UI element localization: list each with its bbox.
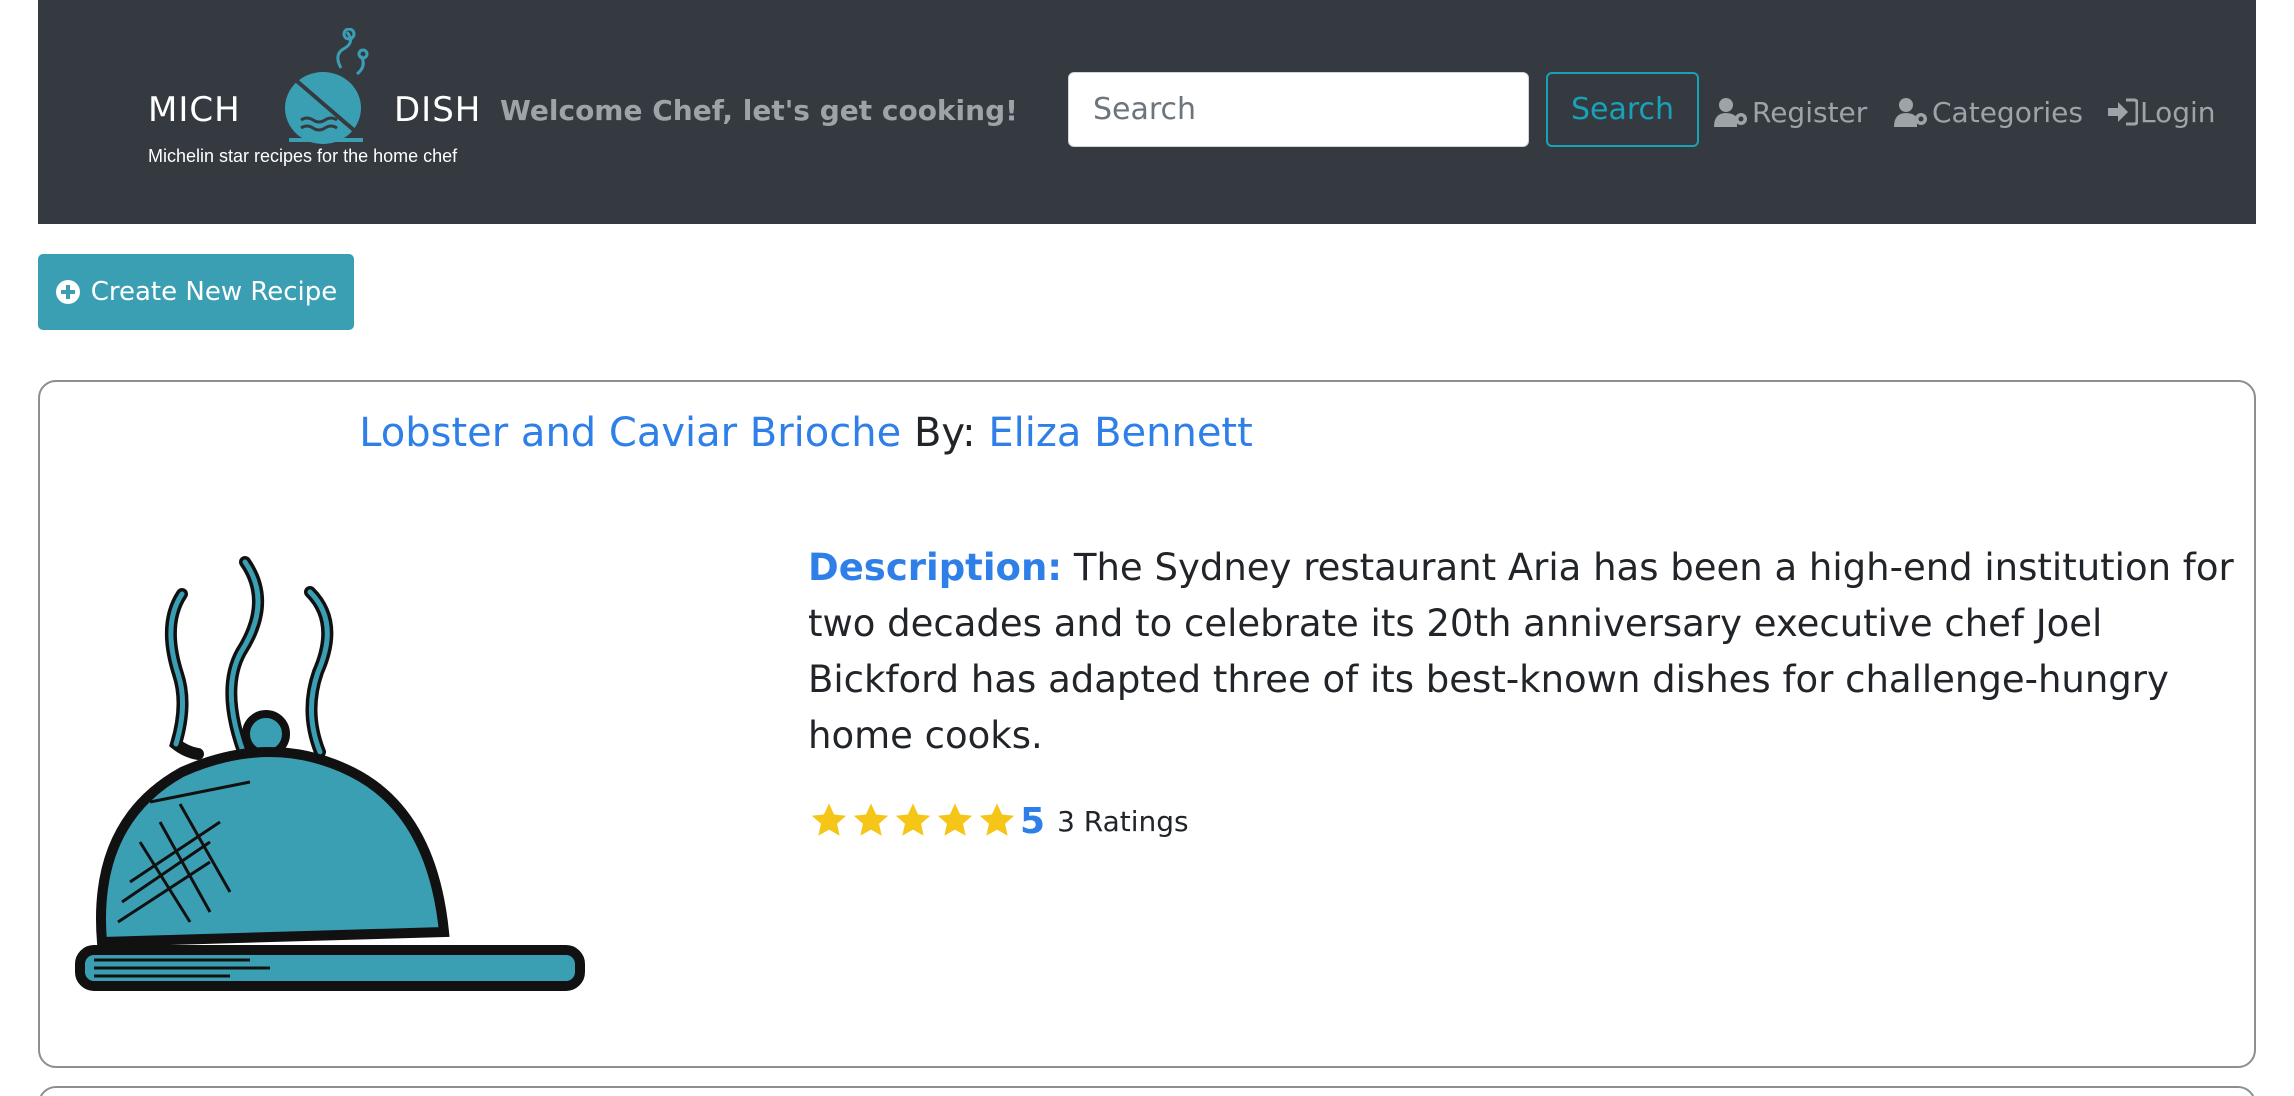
star-icon[interactable]	[850, 800, 892, 842]
recipe-title-link[interactable]: Lobster and Caviar Brioche	[359, 410, 901, 456]
rating-value: 5	[1020, 800, 1046, 842]
author-link[interactable]: Eliza Bennett	[988, 410, 1252, 456]
navbar: MICH DISH Michelin star recipes for the …	[38, 0, 2256, 224]
nav-login-label: Login	[2140, 95, 2216, 129]
sign-in-icon	[2108, 98, 2138, 126]
description-label: Description:	[808, 546, 1063, 589]
recipe-card: Lobster and Caviar Brioche By: Eliza Ben…	[38, 380, 2256, 1068]
nav-register-label: Register	[1752, 95, 1868, 129]
nav-login-link[interactable]: Login	[2106, 92, 2216, 132]
brand-logo[interactable]: MICH DISH Michelin star recipes for the …	[93, 28, 493, 178]
nav-register-link[interactable]: Register	[1714, 92, 1867, 132]
tagline: Michelin star recipes for the home chef	[148, 146, 458, 166]
create-new-recipe-button[interactable]: Create New Recipe	[38, 254, 354, 330]
recipe-rating: 5 3 Ratings	[808, 796, 1189, 846]
recipe-card-next	[38, 1086, 2256, 1096]
create-new-recipe-label: Create New Recipe	[90, 277, 338, 307]
star-icon[interactable]	[976, 800, 1018, 842]
user-cog-icon	[1714, 98, 1747, 127]
star-icon[interactable]	[892, 800, 934, 842]
cloche-logo-icon	[285, 28, 369, 144]
rating-count: 3 Ratings	[1057, 804, 1189, 838]
plus-circle-icon	[55, 280, 80, 304]
search-input[interactable]	[1068, 72, 1529, 147]
logo-text-mich: MICH	[148, 90, 241, 130]
rating-stars[interactable]	[808, 800, 1018, 842]
recipe-title-line: Lobster and Caviar Brioche By: Eliza Ben…	[40, 410, 1572, 456]
recipe-description: Description: The Sydney restaurant Aria …	[808, 540, 2238, 764]
star-icon[interactable]	[934, 800, 976, 842]
cloche-icon[interactable]	[70, 542, 590, 1012]
nav-categories-link[interactable]: Categories	[1894, 92, 2083, 132]
logo-text-dish: DISH	[394, 90, 482, 130]
nav-categories-label: Categories	[1932, 95, 2083, 129]
welcome-message: Welcome Chef, let's get cooking!	[500, 94, 1018, 127]
star-icon[interactable]	[808, 800, 850, 842]
by-label: By:	[913, 410, 976, 456]
search-button[interactable]: Search	[1546, 72, 1699, 147]
user-cog-icon	[1894, 98, 1927, 127]
